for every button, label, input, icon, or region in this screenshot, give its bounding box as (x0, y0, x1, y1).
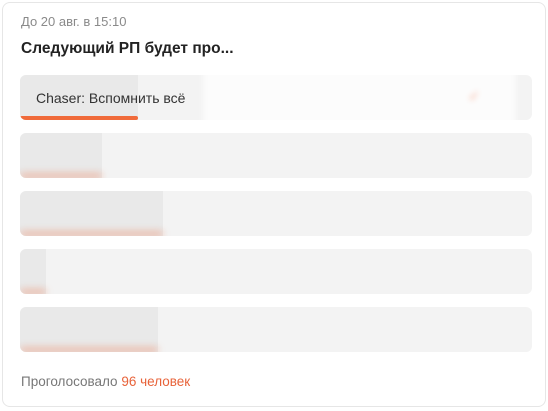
option-progress-bar (20, 116, 138, 120)
option-fill (20, 307, 159, 352)
option-fill (20, 249, 46, 294)
poll-card: До 20 авг. в 15:10 Следующий РП будет пр… (2, 2, 546, 407)
option-fill (20, 191, 164, 236)
option-progress-bar (20, 290, 46, 294)
votes-count-link[interactable]: 96 человек (121, 374, 190, 389)
votes-prefix: Проголосовало (21, 374, 118, 389)
option-label: Chaser: Вспомнить всё (36, 90, 186, 106)
poll-option[interactable] (20, 133, 532, 178)
check-icon: ✓ (468, 88, 480, 104)
poll-options: Chaser: Вспомнить всё ✓ (20, 75, 532, 365)
poll-title: Следующий РП будет про... (21, 40, 234, 57)
poll-option[interactable] (20, 249, 532, 294)
poll-deadline: До 20 авг. в 15:10 (21, 14, 127, 29)
poll-footer: Проголосовало 96 человек (21, 374, 190, 389)
poll-option[interactable]: Chaser: Вспомнить всё ✓ (20, 75, 532, 120)
poll-option[interactable] (20, 191, 532, 236)
option-progress-bar (20, 174, 102, 178)
poll-option[interactable] (20, 307, 532, 352)
option-progress-bar (20, 232, 164, 236)
option-fill (20, 133, 102, 178)
option-progress-bar (20, 348, 159, 352)
